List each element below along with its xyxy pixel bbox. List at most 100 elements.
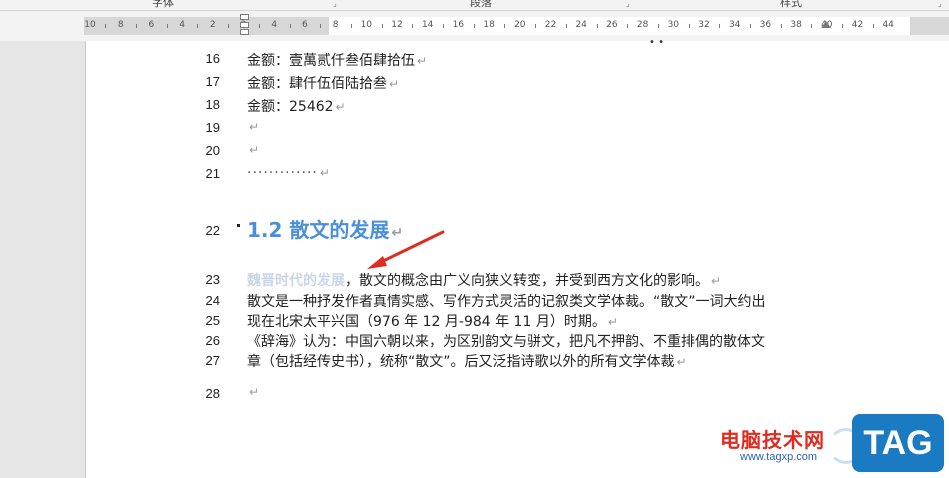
document-line[interactable]: 金额：25462 ↵ xyxy=(247,96,346,116)
line-number: 18 xyxy=(205,97,220,112)
right-indent-marker[interactable] xyxy=(821,21,831,28)
document-line[interactable]: 《辞海》认为：中国六朝以来，为区别韵文与骈文，把凡不押韵、不重排偶的散体文 xyxy=(247,331,767,351)
ribbon-group-font: 字体 xyxy=(152,0,174,9)
hanging-indent-marker[interactable] xyxy=(240,22,249,28)
document-line[interactable]: ↵ xyxy=(247,384,259,400)
ruler-tick-mark xyxy=(381,24,383,28)
ruler-tick-mark xyxy=(780,24,782,28)
ruler-tick-label: 10 xyxy=(84,20,96,30)
ruler-tick-label: 22 xyxy=(544,20,557,30)
line-text: 金额：肆仟伍佰陆拾叁 xyxy=(247,76,387,92)
ruler-tick-mark xyxy=(412,24,414,28)
line-number: 20 xyxy=(205,143,220,158)
line-text: 现在北宋太平兴国（976 年 12 月-984 年 11 月）时期。 xyxy=(247,314,606,330)
left-margin-area xyxy=(0,41,84,478)
cut-off-text: • • xyxy=(649,37,664,48)
ruler-tick-mark xyxy=(750,24,752,28)
line-number: 22 xyxy=(205,223,220,238)
ruler-tick-label: 14 xyxy=(421,20,434,30)
ruler-tick-mark xyxy=(811,24,813,28)
ruler-tick-mark xyxy=(166,24,168,28)
left-indent-marker[interactable] xyxy=(240,29,249,35)
document-line[interactable]: 金额：壹萬贰仟叁佰肆拾伍 ↵ xyxy=(247,50,427,70)
ruler-tick-mark xyxy=(350,24,352,28)
paragraph-mark-icon: ↵ xyxy=(249,120,260,134)
ruler-tick-label: 30 xyxy=(667,20,680,30)
paragraph-mark-icon: ↵ xyxy=(335,100,346,114)
line-number: 17 xyxy=(205,74,220,89)
paragraph-mark-icon: ↵ xyxy=(417,54,428,68)
ruler-tick-label: 36 xyxy=(759,20,772,30)
line-text: 《辞海》认为：中国六朝以来，为区别韵文与骈文，把凡不押韵、不重排偶的散体文 xyxy=(247,334,765,350)
ruler-tick-mark xyxy=(596,24,598,28)
ruler-tick-label: 24 xyxy=(575,20,587,30)
paragraph-mark-icon: ↵ xyxy=(249,143,260,157)
line-number: 19 xyxy=(205,120,220,135)
ruler-tick-label: 26 xyxy=(606,20,618,30)
ruler-tick-mark xyxy=(842,24,844,28)
document-line[interactable]: 魏晋时代的发展，散文的概念由广义向狭义转变，并受到西方文化的影响。 ↵ xyxy=(247,270,721,290)
line-number: 21 xyxy=(205,166,220,181)
document-line[interactable]: 章（包括经传史书），统称“散文”。后又泛指诗歌以外的所有文学体裁 ↵ xyxy=(247,351,687,371)
ruler-tick-label: 32 xyxy=(698,20,710,30)
ruler-tick-mark xyxy=(320,24,322,28)
document-line[interactable]: 金额：肆仟伍佰陆拾叁 ↵ xyxy=(247,73,399,93)
ruler-tick-label: 38 xyxy=(790,20,802,30)
ruler-tick-mark xyxy=(657,24,659,28)
line-text: ············· xyxy=(247,165,318,181)
ruler-tick-label: 6 xyxy=(302,20,308,30)
styles-dialog-launcher-icon[interactable]: ⌟ xyxy=(938,0,945,8)
first-line-indent-marker[interactable] xyxy=(240,14,249,20)
line-text: ，散文的概念由广义向狭义转变，并受到西方文化的影响。 xyxy=(345,273,709,289)
paragraph-mark-icon: ↵ xyxy=(607,315,618,329)
ruler-tick-mark xyxy=(228,24,230,28)
document-line[interactable]: 散文是一种抒发作者真情实感、写作方式灵活的记叙类文学体裁。“散文”一词大约出 xyxy=(247,291,768,311)
ruler-tick-label: 20 xyxy=(514,20,526,30)
line-number: 26 xyxy=(205,333,220,348)
ruler-tick-label: 12 xyxy=(391,20,403,30)
paragraph-mark-icon: ↵ xyxy=(319,166,330,180)
ruler-tick-label: 34 xyxy=(728,20,741,30)
ruler-tick-label: 8 xyxy=(332,20,339,30)
heading-bullet-marker xyxy=(237,224,240,227)
line-number: 25 xyxy=(205,313,220,328)
font-dialog-launcher-icon[interactable]: ⌟ xyxy=(333,0,340,8)
paragraph-dialog-launcher-icon[interactable]: ⌟ xyxy=(626,0,633,8)
horizontal-ruler-area: 1086422468101214161820222426283032343638… xyxy=(0,11,949,41)
ruler-tick-label: 8 xyxy=(117,20,124,30)
paragraph-mark-icon: ↵ xyxy=(249,385,260,399)
line-text: 金额：25462 xyxy=(247,99,334,115)
ruler-tick-mark xyxy=(289,24,291,28)
ribbon-group-styles: 样式 xyxy=(780,0,802,9)
watermark-site-name: 电脑技术网 xyxy=(720,428,825,452)
ruler-tick-label: 4 xyxy=(271,20,278,30)
ruler-tick-mark xyxy=(136,24,138,28)
ruler-tick-mark xyxy=(473,24,475,28)
ruler-tick-label: 16 xyxy=(452,20,465,30)
horizontal-ruler[interactable]: 1086422468101214161820222426283032343638… xyxy=(84,17,949,35)
ruler-tick-mark xyxy=(105,24,107,28)
line-number: 16 xyxy=(205,51,220,66)
document-line[interactable]: ↵ xyxy=(247,142,259,158)
paragraph-mark-icon: ↵ xyxy=(389,77,400,91)
document-line[interactable]: 现在北宋太平兴国（976 年 12 月-984 年 11 月）时期。 ↵ xyxy=(247,311,618,331)
ruler-tick-label: 18 xyxy=(483,20,495,30)
red-arrow-icon xyxy=(367,230,445,269)
ruler-tick-label: 4 xyxy=(179,20,185,30)
ruler-tick-mark xyxy=(719,24,721,28)
ruler-tick-label: 42 xyxy=(851,20,864,30)
document-line[interactable]: ↵ xyxy=(247,119,259,135)
watermark-url: www.tagxp.com xyxy=(740,451,818,463)
paragraph-mark-icon: ↵ xyxy=(676,355,687,369)
ruler-tick-label: 44 xyxy=(882,20,894,30)
line-text: 散文是一种抒发作者真情实感、写作方式灵活的记叙类文学体裁。“散文”一词大约出 xyxy=(247,294,766,310)
ruler-tick-mark xyxy=(565,24,567,28)
selected-faded-text[interactable]: 魏晋时代的发展 xyxy=(247,273,345,289)
ruler-tick-mark xyxy=(535,24,537,28)
line-text: 章（包括经传史书），统称“散文”。后又泛指诗歌以外的所有文学体裁 xyxy=(247,354,675,370)
ribbon-group-paragraph: 段落 xyxy=(470,0,492,9)
document-line[interactable]: ············· ↵ xyxy=(247,165,330,181)
ruler-tick-label: 6 xyxy=(148,20,155,30)
ruler-tick-mark xyxy=(197,24,199,28)
line-number: 27 xyxy=(205,353,220,368)
